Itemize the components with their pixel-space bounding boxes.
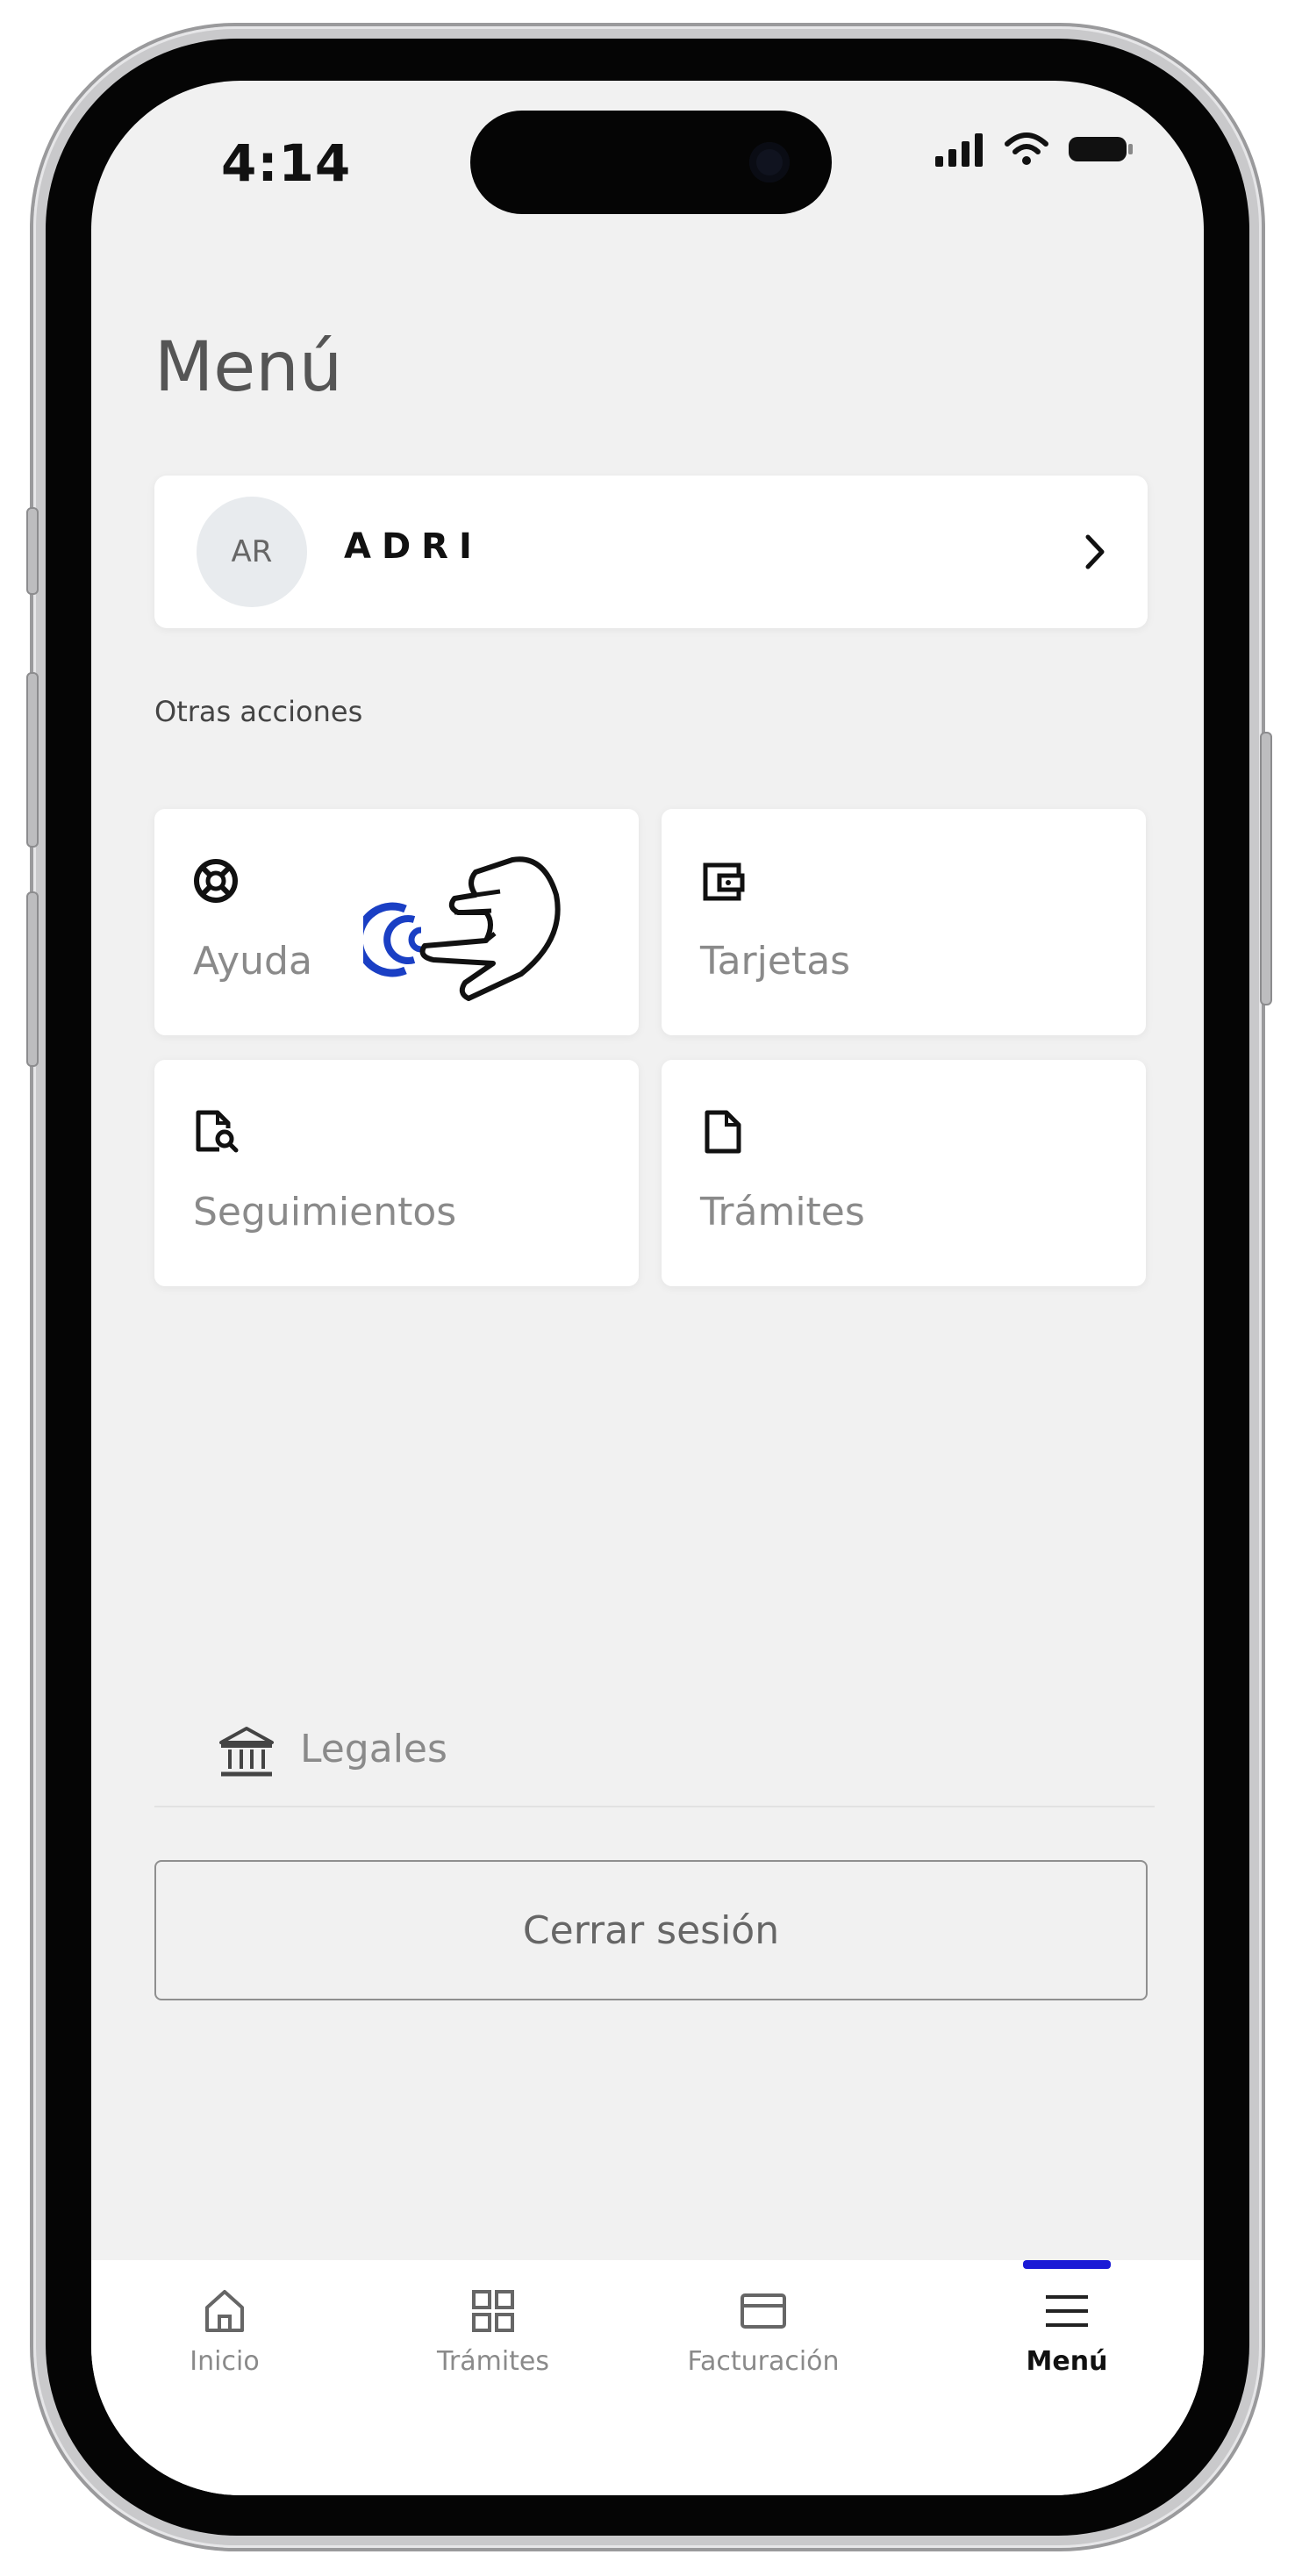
power-button [1260,732,1272,1005]
tab-label: Menú [1026,2346,1108,2377]
wifi-icon [1005,132,1048,165]
tile-tarjetas[interactable]: Tarjetas [662,809,1146,1035]
camera-icon [749,142,790,182]
tile-label: Ayuda [193,939,312,984]
grid-icon [472,2290,514,2332]
tab-facturacion[interactable]: Facturación [658,2285,869,2377]
signal-icon [935,133,983,167]
document-icon [705,1110,741,1154]
tile-tramites[interactable]: Trámites [662,1060,1146,1286]
tile-ayuda[interactable]: Ayuda [154,809,639,1035]
tab-inicio[interactable]: Inicio [119,2285,330,2377]
tab-bar: Inicio Trámites Facturación Menú [91,2260,1204,2495]
dynamic-island [470,111,832,214]
avatar: AR [197,497,307,607]
screen: 4:14 Menú AR ADRI Otras acciones Ayuda T… [91,81,1204,2495]
silent-switch [26,507,39,595]
tab-label: Facturación [687,2346,840,2377]
tile-label: Trámites [700,1190,865,1234]
legales-row[interactable]: Legales [154,1695,1155,1800]
volume-down-button [26,891,39,1067]
card-icon [741,2293,786,2329]
logout-button[interactable]: Cerrar sesión [154,1860,1148,2000]
tile-label: Tarjetas [700,939,851,984]
volume-up-button [26,672,39,848]
lifebuoy-icon [194,859,238,903]
document-search-icon [196,1110,239,1153]
legales-label: Legales [300,1727,447,1771]
wallet-icon [703,862,745,901]
divider [154,1806,1155,1807]
home-icon [205,2290,244,2332]
tile-label: Seguimientos [193,1190,457,1234]
status-time: 4:14 [221,133,352,193]
section-label: Otras acciones [154,695,363,728]
tab-tramites[interactable]: Trámites [388,2285,598,2377]
hamburger-icon [1046,2295,1088,2327]
battery-icon [1069,137,1133,161]
chevron-right-icon [1085,534,1105,569]
profile-card[interactable]: AR ADRI [154,476,1148,628]
tile-seguimientos[interactable]: Seguimientos [154,1060,639,1286]
bank-icon [219,1727,274,1777]
tab-label: Inicio [190,2346,260,2377]
page-title: Menú [154,328,343,407]
active-tab-indicator [1023,2260,1111,2269]
tab-label: Trámites [436,2346,550,2377]
status-icons [934,132,1135,167]
profile-name: ADRI [344,526,483,567]
tab-menu[interactable]: Menú [962,2285,1172,2377]
tap-hint-icon [363,856,561,1001]
